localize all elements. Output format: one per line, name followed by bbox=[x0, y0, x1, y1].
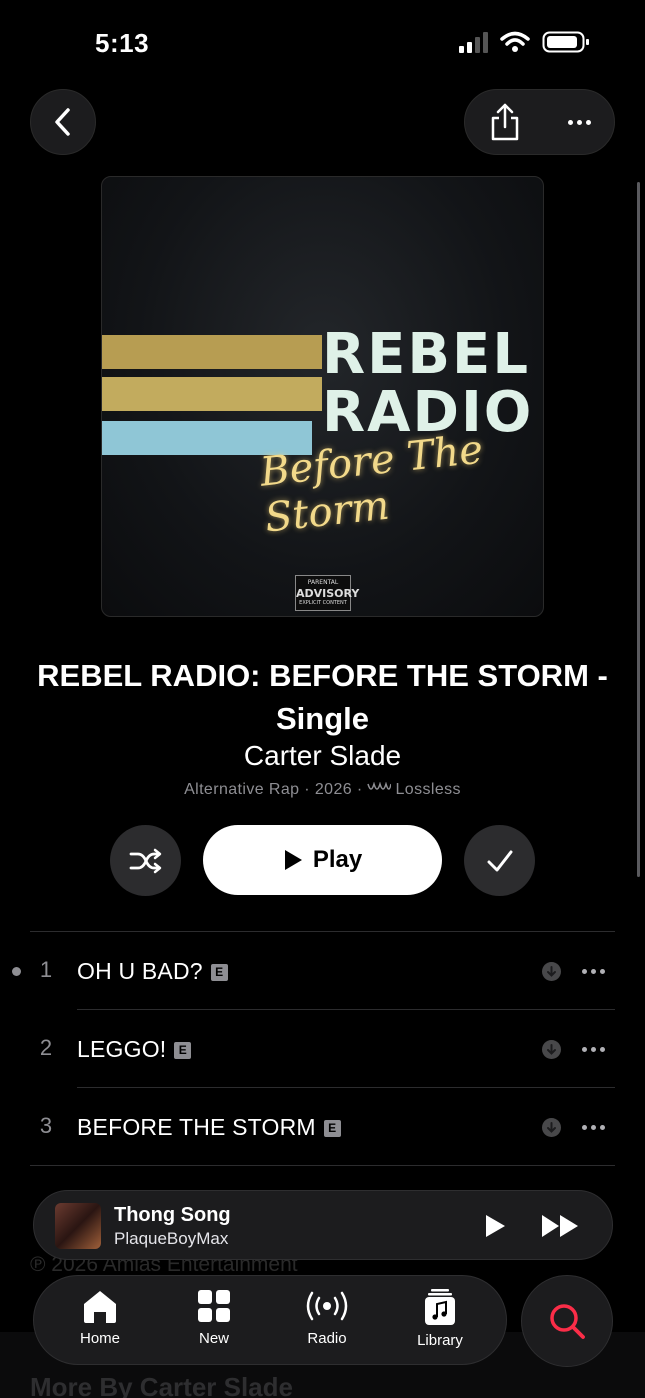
download-icon[interactable] bbox=[542, 1118, 561, 1137]
explicit-badge: E bbox=[210, 964, 228, 981]
artist-link[interactable]: Carter Slade bbox=[0, 740, 645, 772]
more-options-icon[interactable] bbox=[567, 119, 591, 125]
tab-new[interactable]: New bbox=[169, 1288, 259, 1347]
tab-new-label: New bbox=[198, 1330, 229, 1347]
shuffle-icon bbox=[129, 848, 161, 873]
library-icon bbox=[425, 1289, 455, 1325]
download-icon[interactable] bbox=[542, 1040, 561, 1059]
tab-radio[interactable]: Radio bbox=[282, 1288, 372, 1347]
download-icon[interactable] bbox=[542, 962, 561, 981]
track-number: 3 bbox=[39, 1113, 53, 1138]
status-time: 5:13 bbox=[95, 28, 150, 58]
album-artwork: REBEL RADIO Before The Storm PARENTAL AD… bbox=[101, 176, 544, 617]
now-playing-title: Thong Song bbox=[114, 1204, 231, 1226]
track-more-icon[interactable] bbox=[582, 1125, 605, 1130]
next-track-icon[interactable] bbox=[541, 1214, 579, 1238]
track-row[interactable]: 3 BEFORE THE STORM E bbox=[0, 1088, 645, 1165]
shuffle-button[interactable] bbox=[110, 825, 181, 896]
explicit-badge: E bbox=[174, 1042, 192, 1059]
home-icon bbox=[84, 1291, 116, 1323]
list-bottom-divider bbox=[30, 1165, 615, 1166]
track-number: 1 bbox=[39, 957, 53, 982]
album-title: REBEL RADIO: BEFORE THE STORM - Single bbox=[37, 658, 608, 736]
tab-bar: Home New Radio Library bbox=[33, 1275, 507, 1365]
tab-library-label: Library bbox=[417, 1332, 463, 1349]
status-icons bbox=[459, 30, 590, 54]
now-playing-indicator bbox=[12, 967, 21, 976]
tab-radio-label: Radio bbox=[307, 1330, 347, 1347]
tab-library[interactable]: Library bbox=[395, 1288, 485, 1349]
track-number: 2 bbox=[39, 1035, 53, 1060]
lossless-label: Lossless bbox=[395, 781, 461, 798]
parental-advisory-label: PARENTAL ADVISORY EXPLICIT CONTENT bbox=[295, 575, 359, 611]
track-more-icon[interactable] bbox=[582, 969, 605, 974]
scrollbar[interactable] bbox=[637, 182, 640, 877]
search-button[interactable] bbox=[521, 1275, 613, 1367]
track-title: OH U BAD? E bbox=[77, 958, 228, 985]
mini-play-icon[interactable] bbox=[484, 1214, 506, 1238]
album-meta: Alternative Rap · 2026 · Lossless bbox=[0, 781, 645, 799]
now-playing-artist: PlaqueBoyMax bbox=[114, 1229, 229, 1248]
cellular-signal-icon bbox=[459, 31, 488, 53]
mini-player[interactable]: Thong Song PlaqueBoyMax bbox=[33, 1190, 613, 1260]
top-actions bbox=[464, 89, 615, 155]
battery-icon bbox=[542, 31, 589, 53]
play-button[interactable]: Play bbox=[203, 825, 442, 895]
tab-home-label: Home bbox=[79, 1330, 120, 1347]
artwork-title-line1: REBEL bbox=[322, 322, 530, 387]
track-row[interactable]: 2 LEGGO! E bbox=[0, 1010, 645, 1087]
search-icon bbox=[550, 1304, 585, 1339]
added-to-library-button[interactable] bbox=[464, 825, 535, 896]
more-by-heading[interactable]: More By Carter Slade bbox=[30, 1372, 293, 1398]
lossless-icon bbox=[367, 781, 393, 799]
now-playing-artwork bbox=[55, 1203, 101, 1249]
album-genre-year: Alternative Rap · 2026 · bbox=[184, 781, 368, 798]
checkmark-icon bbox=[487, 850, 512, 871]
track-title: BEFORE THE STORM E bbox=[77, 1114, 341, 1141]
wifi-icon bbox=[500, 31, 530, 52]
grid-icon bbox=[198, 1290, 230, 1322]
track-row[interactable]: 1 OH U BAD? E bbox=[0, 932, 645, 1009]
explicit-badge: E bbox=[323, 1120, 341, 1137]
share-icon[interactable] bbox=[489, 103, 521, 141]
radio-icon bbox=[306, 1291, 348, 1321]
track-more-icon[interactable] bbox=[582, 1047, 605, 1052]
play-label: Play bbox=[312, 846, 363, 873]
back-button[interactable] bbox=[30, 89, 96, 155]
tab-home[interactable]: Home bbox=[55, 1288, 145, 1347]
track-title: LEGGO! E bbox=[77, 1036, 192, 1063]
play-icon bbox=[284, 850, 302, 870]
chevron-left-icon bbox=[55, 108, 70, 136]
